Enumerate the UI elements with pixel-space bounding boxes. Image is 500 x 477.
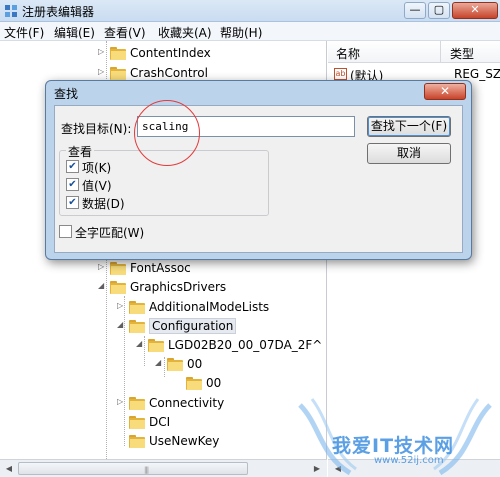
folder-icon [129, 435, 145, 448]
tree-item-label: LGD02B20_00_07DA_2F^ [168, 338, 323, 352]
scroll-left-icon[interactable]: ◀ [1, 461, 17, 476]
menu-file[interactable]: 文件(F) [4, 24, 44, 41]
match-whole-string-checkbox[interactable] [59, 225, 72, 238]
close-icon: ✕ [470, 3, 480, 16]
folder-icon [186, 377, 202, 390]
folder-icon [110, 262, 126, 275]
look-at-group-title: 查看 [66, 143, 95, 160]
tree-item-label: FontAssoc [130, 261, 191, 275]
maximize-button[interactable]: ▢ [428, 2, 450, 19]
tree-item-label: CrashControl [130, 66, 208, 80]
tree-item-label: DCI [149, 415, 171, 429]
find-what-label: 查找目标(N): [61, 122, 132, 136]
tree-item-label: AdditionalModeLists [149, 300, 270, 314]
tree-item-label: UseNewKey [149, 434, 220, 448]
folder-open-icon [148, 339, 164, 352]
folder-icon [129, 301, 145, 314]
cancel-button[interactable]: 取消 [367, 143, 451, 164]
value-type: REG_SZ [454, 67, 500, 81]
registry-editor-icon [5, 5, 17, 17]
list-header: 名称 类型 [328, 41, 500, 63]
maximize-icon: ▢ [433, 3, 445, 16]
match-whole-string-label[interactable]: 全字匹配(W) [75, 224, 144, 241]
find-next-button[interactable]: 查找下一个(F) [367, 116, 451, 137]
expand-arrow-icon[interactable]: ▷ [98, 262, 108, 271]
expand-arrow-icon[interactable]: ▷ [117, 301, 127, 310]
window-title: 注册表编辑器 [22, 5, 95, 19]
menu-favorites[interactable]: 收藏夹(A) [158, 24, 212, 41]
folder-open-icon [167, 358, 183, 371]
tree-guide-line [124, 296, 125, 446]
data-checkbox[interactable]: ✔ [66, 196, 79, 209]
string-value-icon: ab [334, 68, 347, 80]
minimize-button[interactable]: — [404, 2, 426, 19]
find-dialog: 查找 ✕ 查找目标(N): scaling 查找下一个(F) 取消 查看 ✔ 项… [45, 80, 472, 260]
folder-icon [129, 416, 145, 429]
dialog-title: 查找 [54, 87, 79, 101]
column-header-name[interactable]: 名称 [336, 45, 360, 62]
menu-edit[interactable]: 编辑(E) [54, 24, 95, 41]
keys-checkbox[interactable]: ✔ [66, 160, 79, 173]
close-button[interactable]: ✕ [452, 2, 498, 19]
collapse-arrow-icon[interactable]: ◢ [117, 320, 127, 329]
tree-item-label: ContentIndex [130, 46, 211, 60]
column-separator[interactable] [440, 41, 441, 63]
collapse-arrow-icon[interactable]: ◢ [98, 281, 108, 290]
dialog-body: 查找目标(N): scaling 查找下一个(F) 取消 查看 ✔ 项(K) ✔… [54, 105, 463, 253]
folder-icon [129, 397, 145, 410]
folder-icon [110, 47, 126, 60]
folder-open-icon [129, 320, 145, 333]
tree-item-label: GraphicsDrivers [130, 280, 227, 294]
watermark-url: www.52ij.com [374, 455, 444, 466]
title-bar[interactable]: 注册表编辑器 — ▢ ✕ [0, 0, 500, 22]
collapse-arrow-icon[interactable]: ◢ [155, 358, 165, 367]
folder-open-icon [110, 281, 126, 294]
grip-icon: ||| [144, 466, 149, 474]
dialog-close-button[interactable]: ✕ [424, 83, 466, 100]
close-icon: ✕ [439, 84, 451, 98]
expand-arrow-icon[interactable]: ▷ [117, 397, 127, 406]
data-checkbox-label[interactable]: 数据(D) [82, 195, 125, 212]
expand-arrow-icon[interactable]: ▷ [98, 67, 108, 76]
expand-arrow-icon[interactable]: ▷ [98, 47, 108, 56]
watermark-text: 我爱IT技术网 [332, 435, 455, 457]
tree-item-label: 00 [187, 357, 203, 371]
tree-item-label: Configuration [149, 318, 237, 334]
collapse-arrow-icon[interactable]: ◢ [136, 339, 146, 348]
folder-icon [110, 67, 126, 80]
tree-horizontal-scrollbar[interactable]: ◀ ||| ▶ [0, 459, 327, 477]
watermark: 我爱IT技术网 www.52ij.com [290, 395, 500, 477]
keys-checkbox-label[interactable]: 项(K) [82, 159, 111, 176]
menu-bar: 文件(F) 编辑(E) 查看(V) 收藏夹(A) 帮助(H) [0, 22, 500, 41]
tree-item-label: 00 [206, 376, 222, 390]
tree-item-label: Connectivity [149, 396, 225, 410]
menu-help[interactable]: 帮助(H) [220, 24, 262, 41]
minimize-icon: — [409, 3, 421, 16]
column-header-type[interactable]: 类型 [450, 45, 474, 62]
annotation-circle [134, 100, 200, 166]
scrollbar-thumb[interactable]: ||| [18, 462, 248, 475]
registry-editor-window: 注册表编辑器 — ▢ ✕ 文件(F) 编辑(E) 查看(V) 收藏夹(A) 帮助… [0, 0, 500, 477]
values-checkbox[interactable]: ✔ [66, 178, 79, 191]
values-checkbox-label[interactable]: 值(V) [82, 177, 112, 194]
menu-view[interactable]: 查看(V) [104, 24, 146, 41]
